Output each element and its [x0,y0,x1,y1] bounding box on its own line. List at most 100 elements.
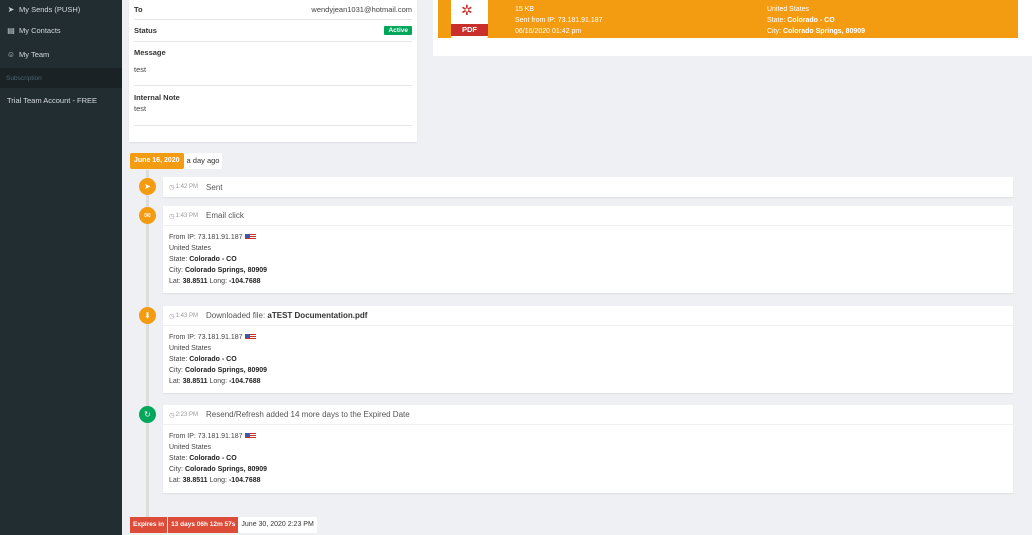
event-time-text: 1:43 PM [175,212,199,219]
expires-label: Expires in [130,517,168,533]
event-city: City: Colorado Springs, 80909 [169,464,1007,475]
timeline-date: June 16, 2020 [130,153,184,169]
long-label: Long: [207,477,229,484]
event-ip: From IP: 73.181.91.187 [169,232,1007,243]
file-state: State: Colorado - CO [767,15,865,26]
event-city: City: Colorado Springs, 80909 [169,265,1007,276]
long-value: -104.7688 [228,378,261,385]
us-flag-icon [244,334,256,341]
us-flag-icon [244,433,256,440]
note-block: Internal Note test [134,86,412,126]
lat-label: Lat: [169,278,183,285]
status-badge: Active [384,26,412,35]
status-row: Status Active [134,20,412,42]
timeline-date-label: June 16, 2020 a day ago [130,153,223,169]
timeline-event-header: ◷ 1:43 PM Downloaded file: aTEST Document… [163,306,1013,326]
message-block: Message test [134,42,412,86]
event-latlong: Lat: 38.8511 Long: -104.7688 [169,276,1007,287]
city-value: Colorado Springs, 80909 [184,466,268,473]
event-ip: From IP: 73.181.91.187 [169,332,1007,343]
sidebar: ➤ My Sends (PUSH) ▤ My Contacts ☺ My Tea… [0,0,122,535]
timeline-event-email-click: ◷ 1:43 PM Email click From IP: 73.181.91.… [163,206,1013,293]
acrobat-icon: ✲ [461,2,473,18]
long-label: Long: [207,378,229,385]
to-label: To [134,5,143,14]
file-info-banner: ✲ PDF 15 KB Sent from IP: 73.181.91.187 … [438,0,1018,38]
event-time-text: 1:42 PM [175,184,199,190]
event-details: From IP: 73.181.91.187 United States Sta… [163,226,1013,291]
event-title-prefix: Downloaded file: [206,311,268,320]
pdf-file-icon[interactable]: ✲ PDF [451,0,488,38]
status-label: Status [134,26,157,35]
message-label: Message [134,48,166,57]
event-details: From IP: 73.181.91.187 United States Sta… [163,425,1013,490]
event-country: United States [169,444,212,451]
to-row: To wendyjean1031@hotmail.com [134,0,412,20]
state-value: Colorado - CO [787,17,835,24]
city-label: City: [169,267,185,274]
sidebar-item-my-contacts[interactable]: ▤ My Contacts [0,18,122,42]
event-details: From IP: 73.181.91.187 United States Sta… [163,326,1013,391]
download-icon: ⬇ [139,307,156,324]
city-value: Colorado Springs, 80909 [184,367,268,374]
timeline-event-download: ◷ 1:43 PM Downloaded file: aTEST Document… [163,306,1013,393]
timeline-event-header: ◷ 2:23 PM Resend/Refresh added 14 more da… [163,405,1013,425]
file-location: United States State: Colorado - CO City:… [767,4,865,37]
event-ip: From IP: 73.181.91.187 [169,431,1007,442]
file-city: City: Colorado Springs, 80909 [767,26,865,37]
timeline-event-header: ◷ 1:42 PM Sent [163,177,1013,197]
long-label: Long: [207,278,229,285]
message-value: test [134,65,147,74]
timeline-event-header: ◷ 1:43 PM Email click [163,206,1013,226]
city-value: Colorado Springs, 80909 [184,267,268,274]
event-country: United States [169,345,212,352]
lat-label: Lat: [169,378,183,385]
event-state: State: Colorado - CO [169,354,1007,365]
lat-label: Lat: [169,477,183,484]
event-time: ◷ 1:42 PM [169,183,198,191]
lat-value: 38.8511 [182,278,208,285]
event-time: ◷ 2:23 PM [169,411,198,419]
event-state: State: Colorado - CO [169,453,1007,464]
sidebar-section-header: Subscription [0,68,122,88]
event-title: Sent [206,182,223,192]
paper-plane-icon: ➤ [139,178,156,195]
to-value: wendyjean1031@hotmail.com [311,5,412,14]
expires-bar: Expires in 13 days 06h 12m 57s June 30, … [130,517,317,533]
city-label: City: [767,28,783,35]
ip-text: From IP: 73.181.91.187 [169,334,243,341]
state-label: State: [169,356,190,363]
users-icon: ☺ [6,49,16,59]
timeline-event-resend: ◷ 2:23 PM Resend/Refresh added 14 more da… [163,405,1013,493]
us-flag-icon [244,234,256,241]
city-label: City: [169,367,185,374]
long-value: -104.7688 [228,477,261,484]
expires-countdown: 13 days 06h 12m 57s [168,517,239,533]
sidebar-item-label: My Sends (PUSH) [19,4,81,14]
city-value: Colorado Springs, 80909 [782,28,866,35]
file-info-card: ✲ PDF 15 KB Sent from IP: 73.181.91.187 … [433,0,1032,56]
lat-value: 38.8511 [182,378,208,385]
sidebar-item-my-team[interactable]: ☺ My Team [0,42,122,66]
sidebar-item-label: My Contacts [19,25,61,35]
event-title: Email click [206,211,244,220]
clock-icon: ◷ [169,411,175,419]
event-time-text: 2:23 PM [175,411,199,418]
state-value: Colorado - CO [189,356,237,363]
sidebar-item-plan[interactable]: Trial Team Account - FREE [0,88,122,112]
event-latlong: Lat: 38.8511 Long: -104.7688 [169,376,1007,387]
file-datetime: 06/16/2020 01:42 pm [515,28,582,35]
event-title: Downloaded file: aTEST Documentation.pdf [206,311,367,320]
timeline-event-sent: ◷ 1:42 PM Sent [163,177,1013,197]
state-label: State: [169,455,190,462]
note-value: test [134,104,147,113]
address-book-icon: ▤ [7,25,15,35]
event-title-file[interactable]: aTEST Documentation.pdf [267,311,367,320]
clock-icon: ◷ [169,184,175,191]
file-country: United States [767,6,810,13]
event-city: City: Colorado Springs, 80909 [169,365,1007,376]
file-meta: 15 KB Sent from IP: 73.181.91.187 06/16/… [515,4,603,37]
ip-text: From IP: 73.181.91.187 [169,433,243,440]
sidebar-item-my-sends[interactable]: ➤ My Sends (PUSH) [0,0,122,18]
lat-value: 38.8511 [182,477,208,484]
